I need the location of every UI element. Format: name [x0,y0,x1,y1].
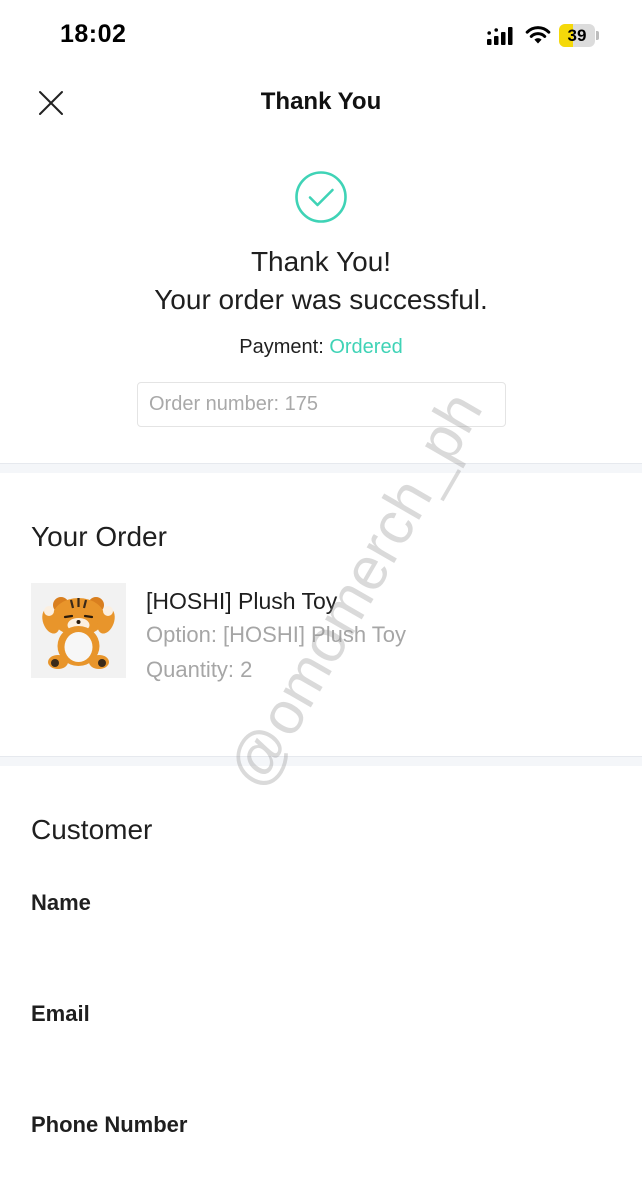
page-title: Thank You [260,88,382,115]
section-divider [0,756,642,766]
wifi-icon [525,26,551,44]
status-time: 18:02 [60,20,127,48]
signal-icon [487,27,513,45]
your-order-heading: Your Order [31,521,167,552]
payment-status: Ordered [329,336,403,358]
product-option: Option: [HOSHI] Plush Toy [146,622,407,647]
order-success-message: Your order was successful. [154,284,488,315]
battery-cap [596,31,599,40]
battery-body: 39 [559,24,595,47]
order-number-field[interactable]: Order number: 175 [137,382,506,427]
product-name: [HOSHI] Plush Toy [146,588,338,614]
payment-status-row: Payment: Ordered [0,336,642,359]
phone-number-label: Phone Number [31,1112,188,1137]
battery-percentage: 39 [567,26,587,45]
thank-you-message: Thank You! [250,246,392,277]
section-divider [0,463,642,473]
tiger-plush-toy-image [42,597,115,669]
battery-icon: 39 [559,24,599,47]
product-image[interactable] [31,583,126,678]
status-bar: 18:02 39 [0,0,642,70]
product-quantity: Quantity: 2 [146,657,253,682]
order-confirmation-screen: 18:02 39 Thank You Thank You! Your order… [0,0,642,1200]
payment-label: Payment: [239,336,324,358]
check-circle-icon [295,171,347,223]
name-label: Name [31,890,91,915]
email-label: Email [31,1001,90,1026]
customer-heading: Customer [31,814,153,845]
